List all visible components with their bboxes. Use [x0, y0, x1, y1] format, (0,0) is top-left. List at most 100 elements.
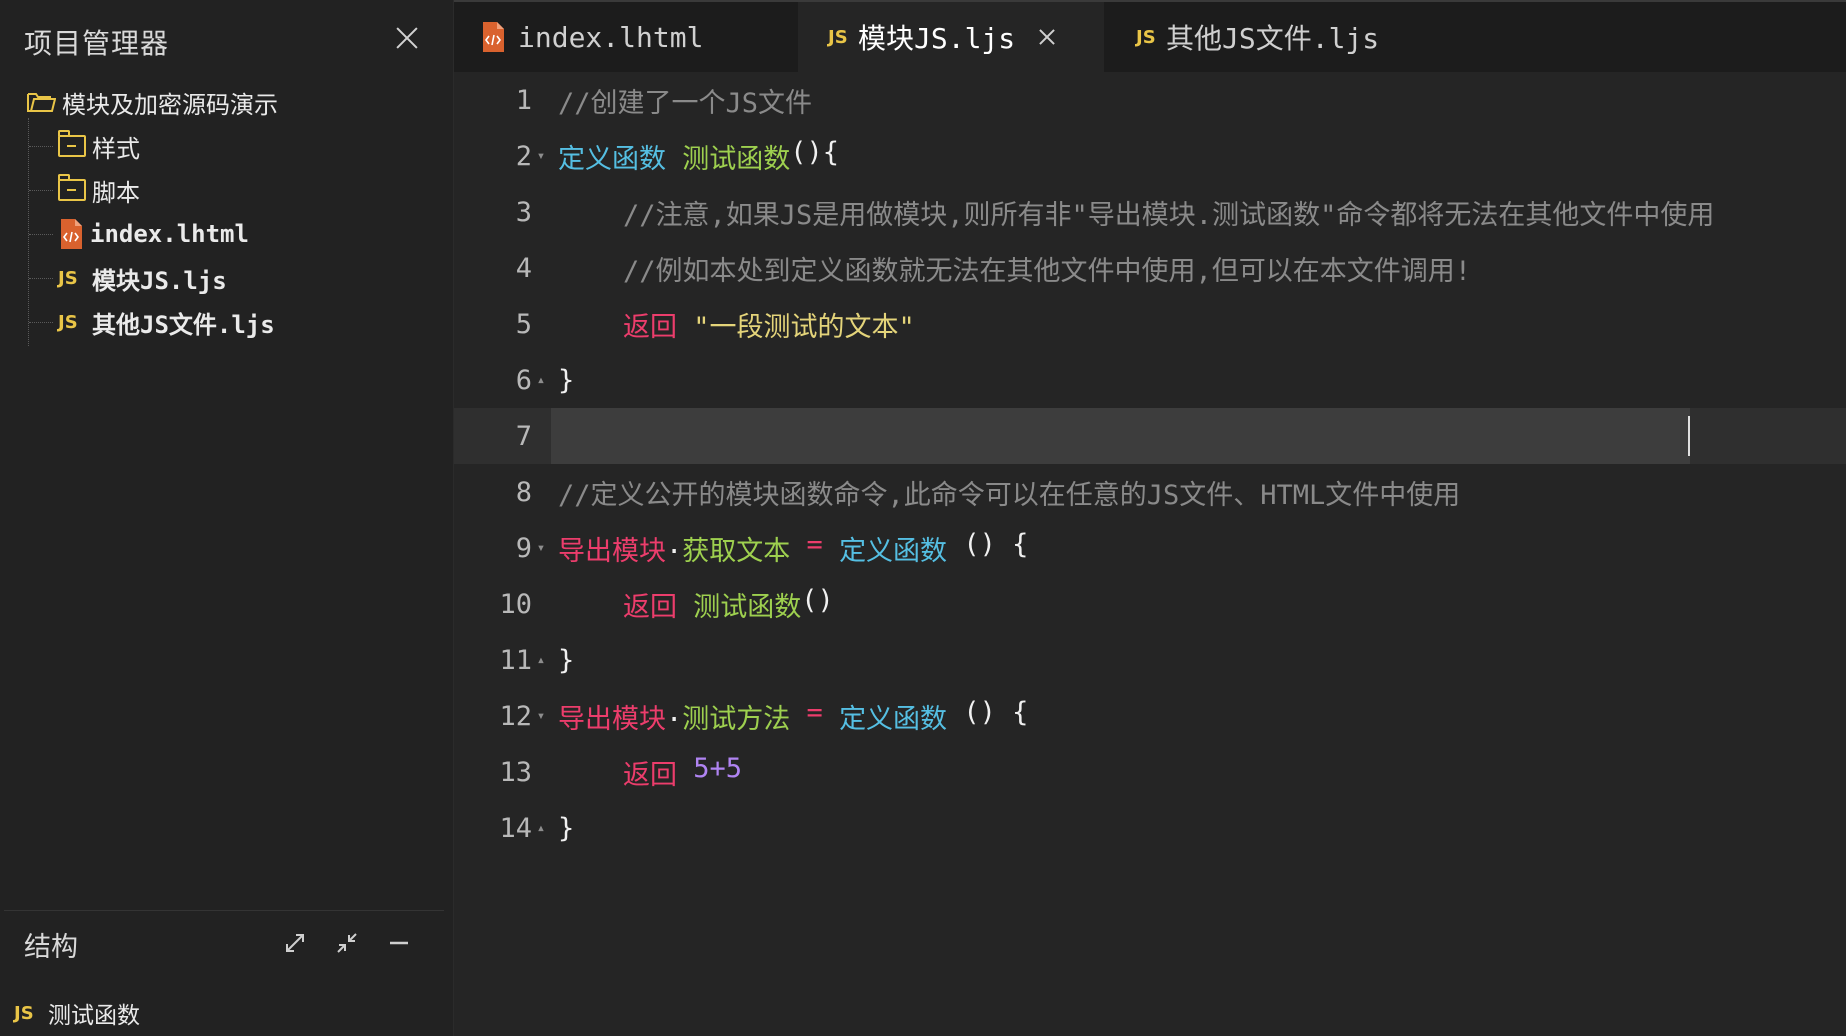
tree-item-other-js[interactable]: JS 其他JS文件.ljs [0, 300, 453, 344]
close-panel-button[interactable] [393, 24, 421, 52]
code-line[interactable]: 5 返回 "一段测试的文本" [454, 296, 1846, 352]
tab-label: 其他JS文件.ljs [1166, 22, 1380, 55]
code-token: 返回 [623, 759, 678, 791]
code-line[interactable]: 8 //定义公开的模块函数命令,此命令可以在任意的JS文件、HTML文件中使用 [454, 464, 1846, 520]
code-token: 测试函数 [682, 143, 791, 175]
tree-item-styles[interactable]: 样式 [0, 124, 453, 168]
line-number: 9 [515, 532, 532, 564]
tree-item-label: 模块JS.ljs [92, 266, 227, 295]
structure-toolbar [280, 928, 414, 958]
tree-item-label: 样式 [92, 134, 140, 163]
code-line[interactable]: 1 //创建了一个JS文件 [454, 72, 1846, 128]
ide-window: 项目管理器 模块及加密源码演示 样式 脚本 index.lhtml JS 模块J… [0, 0, 1846, 1036]
js-file-icon: JS [1136, 26, 1156, 48]
expand-all-icon[interactable] [280, 928, 310, 958]
code-line[interactable]: 9 ▾ 导出模块. 获取文本 = 定义函数 () { [454, 520, 1846, 576]
structure-title: 结构 [24, 931, 78, 963]
line-number: 8 [515, 476, 532, 508]
code-line[interactable]: 3 //注意,如果JS是用做模块,则所有非"导出模块.测试函数"命令都将无法在其… [454, 184, 1846, 240]
structure-item-label: 测试函数 [48, 1003, 140, 1029]
code-token: 测试函数 [693, 591, 802, 623]
code-line[interactable]: 10 返回 测试函数() [454, 576, 1846, 632]
code-token: () { [947, 696, 1029, 728]
code-token: (){ [790, 136, 840, 168]
fold-toggle-icon[interactable]: ▴ [532, 820, 550, 836]
code-token: 返回 [623, 591, 678, 623]
code-line[interactable]: 14 ▴} [454, 800, 1846, 856]
fold-toggle-icon[interactable]: ▾ [532, 148, 550, 164]
project-explorer-header: 项目管理器 [24, 22, 169, 62]
code-line[interactable]: 6 ▴} [454, 352, 1846, 408]
line-number: 3 [515, 196, 532, 228]
structure-item[interactable]: JS 测试函数 [14, 996, 140, 1030]
file-tree: 模块及加密源码演示 样式 脚本 index.lhtml JS 模块JS.ljs … [0, 80, 453, 344]
code-line[interactable]: 11 ▴} [454, 632, 1846, 688]
line-number: 2 [515, 140, 532, 172]
tree-connector [29, 278, 53, 279]
tree-item-index-lhtml[interactable]: index.lhtml [0, 212, 453, 256]
fold-toggle-icon[interactable]: ▾ [532, 540, 550, 556]
line-number: 5 [515, 308, 532, 340]
folder-icon [58, 174, 86, 201]
tree-item-label: 脚本 [92, 178, 140, 207]
code-token: = [806, 696, 823, 728]
js-function-icon: JS [14, 1002, 34, 1024]
code-token: "一段测试的文本" [693, 311, 915, 343]
code-content: } [558, 365, 574, 396]
structure-header: 结构 [24, 924, 78, 964]
code-token: 定义函数 [558, 143, 666, 175]
line-number: 13 [499, 756, 532, 788]
tree-root-folder[interactable]: 模块及加密源码演示 [0, 80, 453, 124]
code-line[interactable]: 2 ▾ 定义函数 测试函数(){ [454, 128, 1846, 184]
panel-title: 项目管理器 [24, 27, 170, 60]
code-content: 导出模块. 测试方法 = 定义函数 () { [558, 697, 1028, 736]
code-content: 返回 5+5 [558, 753, 742, 792]
close-tab-icon[interactable] [1037, 27, 1057, 47]
code-token: } [558, 364, 575, 396]
code-token: } [558, 644, 575, 676]
code-line[interactable]: 7//注意:加密模块的源码在编译后将会被转换成JSC加密文件,前提是该文件有被其… [454, 408, 1846, 464]
folder-icon [58, 130, 86, 157]
code-editor[interactable]: 1//创建了一个JS文件 2 ▾ 定义函数 测试函数(){3 //注意,如果JS是用做… [454, 72, 1846, 1036]
line-number: 4 [515, 252, 532, 284]
tree-item-module-js[interactable]: JS 模块JS.ljs [0, 256, 453, 300]
tree-connector [29, 146, 53, 147]
code-content: //创建了一个JS文件 [558, 81, 812, 120]
code-token: //创建了一个JS文件 [558, 87, 813, 119]
line-number: 14 [499, 812, 532, 844]
fold-toggle-icon[interactable]: ▴ [532, 652, 550, 668]
tree-item-scripts[interactable]: 脚本 [0, 168, 453, 212]
code-line[interactable]: 4 //例如本处到定义函数就无法在其他文件中使用,但可以在本文件调用! [454, 240, 1846, 296]
tab-index-lhtml[interactable]: index.lhtml [480, 2, 750, 72]
code-token: () { [947, 528, 1029, 560]
tree-item-label: index.lhtml [90, 220, 249, 248]
fold-toggle-icon[interactable]: ▾ [532, 708, 550, 724]
line-number: 10 [499, 588, 532, 620]
html-file-icon [58, 218, 84, 250]
code-content: //注意,如果JS是用做模块,则所有非"导出模块.测试函数"命令都将无法在其他文… [558, 193, 1714, 232]
js-file-icon: JS [828, 26, 848, 48]
minimize-panel-icon[interactable] [384, 928, 414, 958]
code-line[interactable]: 12 ▾ 导出模块. 测试方法 = 定义函数 () { [454, 688, 1846, 744]
code-token: = [806, 528, 823, 560]
code-line[interactable]: 13 返回 5+5 [454, 744, 1846, 800]
panel-divider[interactable] [4, 910, 444, 911]
fold-toggle-icon[interactable]: ▴ [532, 372, 550, 388]
code-token: 获取文本 [682, 535, 791, 567]
code-token: //注意,如果JS是用做模块,则所有非"导出模块.测试函数"命令都将无法在其他文… [558, 199, 1715, 231]
project-explorer-panel: 项目管理器 模块及加密源码演示 样式 脚本 index.lhtml JS 模块J… [0, 0, 454, 1036]
line-number: 12 [499, 700, 532, 732]
tree-connector [29, 190, 53, 191]
line-number: 11 [499, 644, 532, 676]
code-token: 测试方法 [682, 703, 791, 735]
code-content: 定义函数 测试函数(){ [558, 137, 839, 176]
tab-module-js[interactable]: JS 模块JS.ljs [798, 2, 1104, 72]
tab-other-js[interactable]: JS 其他JS文件.ljs [1136, 2, 1436, 72]
code-content: //例如本处到定义函数就无法在其他文件中使用,但可以在本文件调用! [558, 249, 1471, 288]
collapse-all-icon[interactable] [332, 928, 362, 958]
